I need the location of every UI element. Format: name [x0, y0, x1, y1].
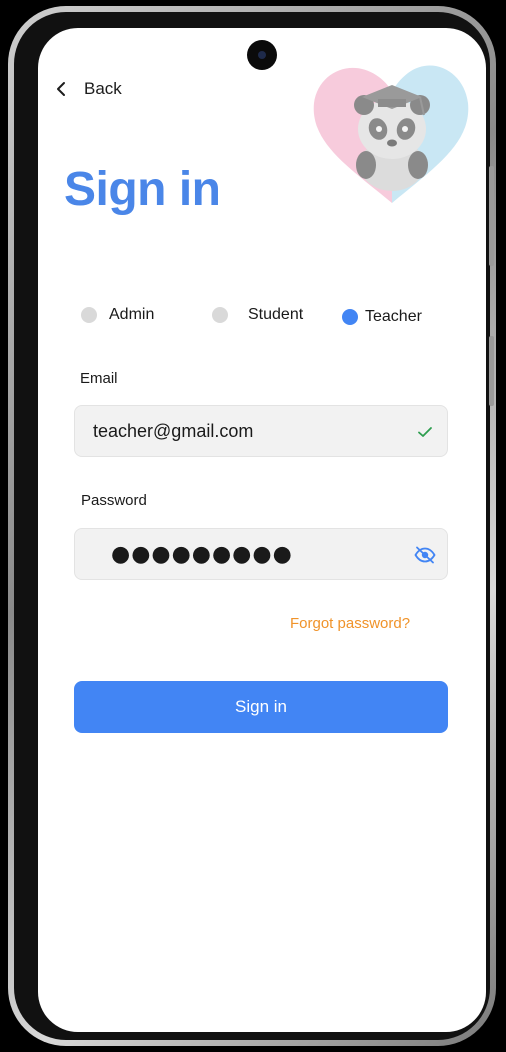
sign-in-button[interactable]: Sign in — [74, 681, 448, 733]
camera-cutout — [247, 40, 277, 70]
password-input[interactable]: ●●●●●●●●● — [111, 529, 293, 579]
back-button[interactable]: Back — [50, 78, 122, 100]
phone-frame: Back Sign in Admin Student Teacher Email… — [8, 6, 496, 1046]
email-field[interactable] — [74, 405, 448, 457]
app-screen: Back Sign in Admin Student Teacher Email… — [38, 28, 486, 1032]
radio-student[interactable] — [212, 307, 228, 323]
role-label-student: Student — [248, 306, 304, 323]
password-label: Password — [81, 492, 147, 509]
radio-admin[interactable] — [81, 307, 97, 323]
password-field[interactable]: ●●●●●●●●● — [74, 528, 448, 580]
email-label: Email — [80, 370, 118, 387]
eye-off-icon[interactable] — [413, 543, 437, 567]
role-selector: Admin Student Teacher — [38, 300, 486, 330]
page-title: Sign in — [64, 163, 221, 216]
role-label-admin: Admin — [109, 306, 155, 323]
role-option-student[interactable]: Student — [212, 306, 303, 324]
volume-button — [489, 166, 494, 266]
back-label: Back — [84, 79, 122, 98]
role-label-teacher: Teacher — [365, 308, 422, 325]
chevron-left-icon — [50, 78, 72, 100]
role-option-teacher[interactable]: Teacher — [342, 308, 422, 326]
panda-logo — [310, 53, 475, 203]
radio-teacher[interactable] — [342, 309, 358, 325]
power-button — [489, 336, 494, 406]
check-icon — [413, 420, 437, 444]
forgot-password-link[interactable]: Forgot password? — [290, 615, 410, 632]
role-option-admin[interactable]: Admin — [81, 306, 154, 324]
email-input[interactable] — [93, 406, 393, 456]
